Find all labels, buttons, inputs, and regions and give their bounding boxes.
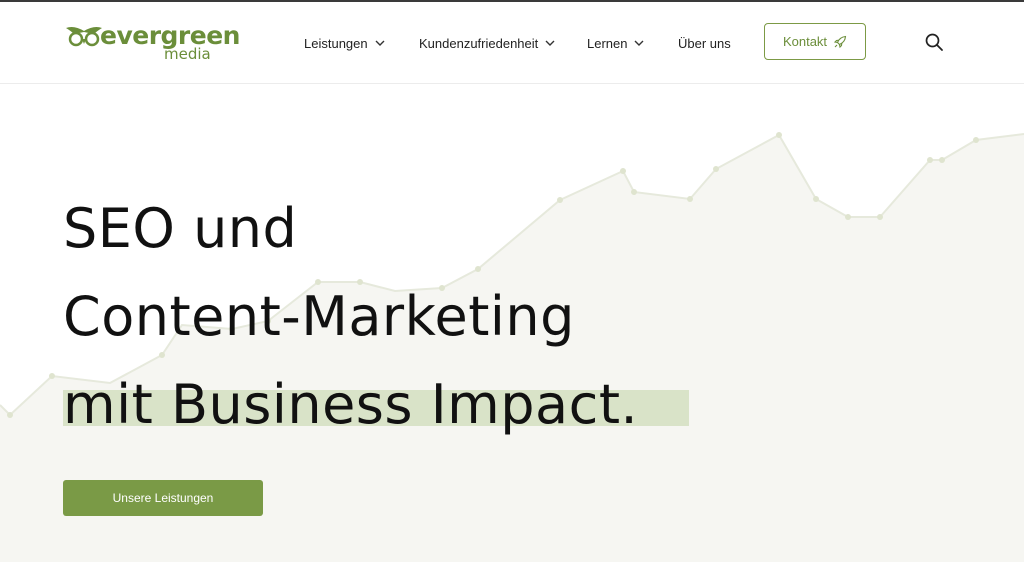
chart-dot [927, 157, 933, 163]
chart-dot [845, 214, 851, 220]
chart-dot [776, 132, 782, 138]
site-header: evergreen media Leistungen Kundenzufried… [0, 2, 1024, 84]
nav-label: Lernen [587, 35, 628, 51]
chart-dot [49, 373, 55, 379]
chart-dot [813, 196, 819, 202]
nav-item-kundenzufriedenheit[interactable]: Kundenzufriedenheit [419, 33, 556, 53]
chart-dot [620, 168, 626, 174]
logo[interactable]: evergreen media [64, 21, 240, 65]
chart-dot [713, 166, 719, 172]
chart-dot [939, 157, 945, 163]
nav-label: Über uns [678, 35, 731, 51]
chevron-down-icon [545, 40, 555, 46]
headline-line-1: SEO und [63, 197, 298, 260]
chart-dot [973, 137, 979, 143]
contact-button[interactable]: Kontakt [764, 23, 866, 60]
chart-dot [877, 214, 883, 220]
contact-button-label: Kontakt [782, 34, 828, 49]
logo-subtitle: media [164, 45, 211, 63]
nav-item-lernen[interactable]: Lernen [587, 33, 645, 53]
hero-headline: SEO und Content-Marketing mit Business I… [63, 185, 763, 449]
rocket-icon [833, 35, 847, 48]
chevron-down-icon [375, 40, 385, 46]
nav-label: Leistungen [304, 35, 368, 51]
owl-logo-icon [66, 27, 102, 47]
hero-section: SEO und Content-Marketing mit Business I… [0, 85, 1024, 562]
chevron-down-icon [634, 40, 644, 46]
nav-item-ueber-uns[interactable]: Über uns [678, 33, 731, 53]
services-cta-button[interactable]: Unsere Leistungen [63, 480, 263, 516]
nav-label: Kundenzufriedenheit [419, 35, 539, 51]
headline-line-3: mit Business Impact. [63, 373, 639, 436]
search-icon[interactable] [924, 32, 944, 52]
chart-dot [7, 412, 13, 418]
headline-line-2: Content-Marketing [63, 285, 575, 348]
nav-item-leistungen[interactable]: Leistungen [304, 33, 386, 53]
